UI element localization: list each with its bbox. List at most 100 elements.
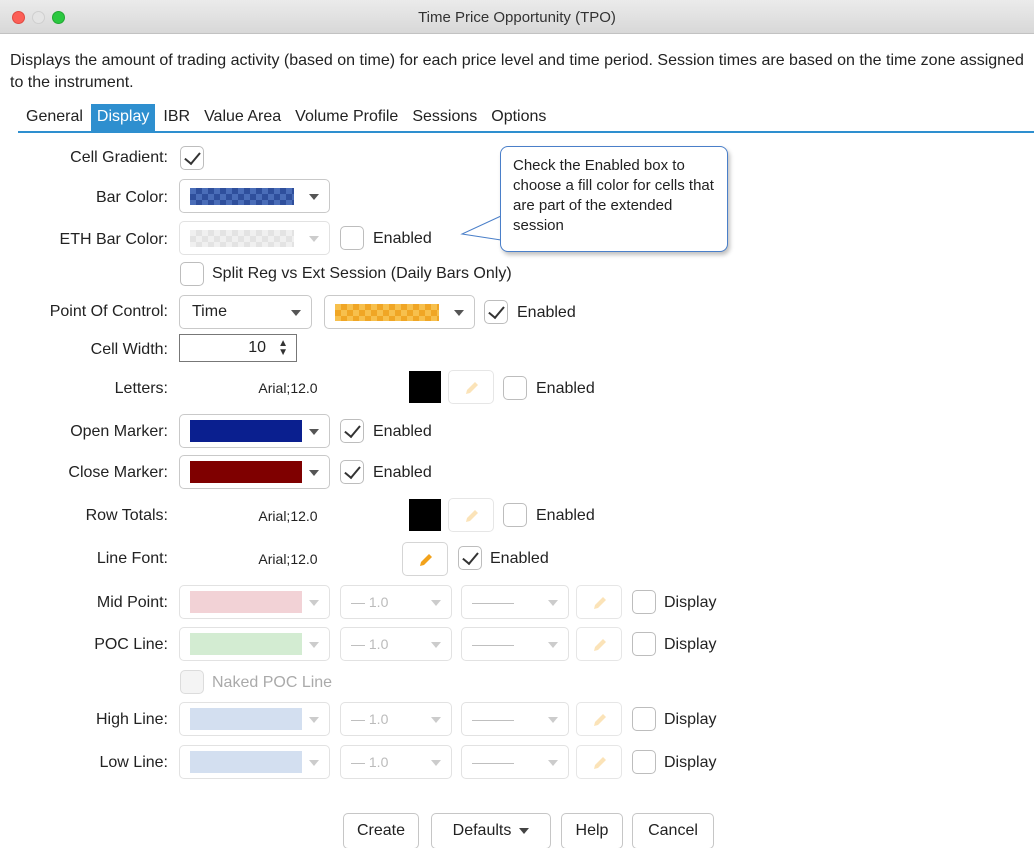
chevron-down-icon	[548, 600, 558, 606]
poc-line-color-dropdown[interactable]	[179, 627, 330, 661]
bar-color-swatch	[190, 188, 294, 205]
close-marker-dropdown[interactable]	[179, 455, 330, 489]
window-title: Time Price Opportunity (TPO)	[418, 9, 616, 26]
letters-label: Letters:	[114, 380, 168, 397]
chevron-down-icon	[519, 827, 530, 834]
poc-line-width-dropdown[interactable]: — 1.0	[340, 627, 452, 661]
line-style-preview: ———	[472, 594, 514, 610]
close-marker-swatch	[190, 461, 302, 483]
poc-mode-dropdown[interactable]: Time	[179, 295, 312, 329]
defaults-button-label: Defaults	[452, 822, 512, 839]
mid-point-width-dropdown[interactable]: — 1.0	[340, 585, 452, 619]
bar-color-dropdown[interactable]	[179, 179, 330, 213]
high-line-edit-button[interactable]	[576, 702, 622, 736]
defaults-button[interactable]: Defaults	[431, 813, 551, 848]
pencil-icon	[594, 597, 606, 609]
cancel-button[interactable]: Cancel	[632, 813, 714, 848]
pencil-icon	[594, 714, 606, 726]
cell-gradient-checkbox[interactable]	[180, 146, 204, 170]
high-line-color-dropdown[interactable]	[179, 702, 330, 736]
tab-ibr[interactable]: IBR	[157, 104, 196, 132]
high-line-swatch	[190, 708, 302, 730]
stepper-arrows-icon[interactable]: ▲ ▼	[278, 339, 288, 358]
line-style-preview: ———	[472, 711, 514, 727]
high-line-width-value: — 1.0	[351, 711, 389, 727]
mid-point-color-dropdown[interactable]	[179, 585, 330, 619]
low-line-style-dropdown[interactable]: ———	[461, 745, 569, 779]
tab-sessions[interactable]: Sessions	[406, 104, 483, 132]
tab-options[interactable]: Options	[485, 104, 552, 132]
chevron-down-icon	[431, 642, 441, 648]
chevron-down-icon	[309, 194, 319, 200]
split-session-checkbox[interactable]	[180, 262, 204, 286]
low-line-display-checkbox[interactable]	[632, 750, 656, 774]
high-line-label: High Line:	[95, 711, 168, 728]
low-line-width-dropdown[interactable]: — 1.0	[340, 745, 452, 779]
chevron-down-icon	[291, 310, 301, 316]
letters-enabled-checkbox[interactable]	[503, 376, 527, 400]
poc-line-display-checkbox[interactable]	[632, 632, 656, 656]
tab-bar: General Display IBR Value Area Volume Pr…	[20, 104, 554, 132]
chevron-down-icon	[548, 717, 558, 723]
poc-line-display-label: Display	[664, 636, 717, 653]
chevron-down-icon	[431, 760, 441, 766]
poc-line-label: POC Line:	[94, 636, 168, 653]
line-font-field[interactable]: Arial;12.0	[179, 540, 397, 578]
create-button[interactable]: Create	[343, 813, 419, 848]
line-font-enabled-checkbox[interactable]	[458, 546, 482, 570]
open-marker-swatch	[190, 420, 302, 442]
tab-display[interactable]: Display	[90, 104, 156, 132]
poc-enabled-checkbox[interactable]	[484, 300, 508, 324]
high-line-display-checkbox[interactable]	[632, 707, 656, 731]
letters-font-field[interactable]: Arial;12.0	[179, 369, 397, 407]
row-totals-font-field[interactable]: Arial;12.0	[179, 497, 397, 535]
pencil-icon	[594, 639, 606, 651]
title-bar: Time Price Opportunity (TPO)	[0, 0, 1034, 34]
high-line-style-dropdown[interactable]: ———	[461, 702, 569, 736]
mid-point-style-dropdown[interactable]: ———	[461, 585, 569, 619]
open-marker-enabled-checkbox[interactable]	[340, 419, 364, 443]
close-marker-label: Close Marker:	[68, 464, 168, 481]
tooltip: Check the Enabled box to choose a fill c…	[500, 146, 728, 252]
poc-label: Point Of Control:	[49, 303, 168, 320]
eth-bar-color-dropdown[interactable]	[179, 221, 330, 255]
letters-edit-button[interactable]	[448, 370, 494, 404]
mid-point-label: Mid Point:	[96, 594, 168, 611]
letters-color-swatch[interactable]	[409, 371, 441, 403]
low-line-edit-button[interactable]	[576, 745, 622, 779]
row-totals-label: Row Totals:	[85, 507, 168, 524]
low-line-display-label: Display	[664, 754, 717, 771]
poc-line-edit-button[interactable]	[576, 627, 622, 661]
eth-enabled-label: Enabled	[373, 230, 432, 247]
pencil-icon	[420, 554, 432, 566]
dialog-description: Displays the amount of trading activity …	[10, 52, 1024, 91]
chevron-down-icon	[309, 642, 319, 648]
low-line-label: Low Line:	[99, 754, 169, 771]
mid-point-edit-button[interactable]	[576, 585, 622, 619]
eth-enabled-checkbox[interactable]	[340, 226, 364, 250]
poc-enabled-label: Enabled	[517, 304, 576, 321]
low-line-color-dropdown[interactable]	[179, 745, 330, 779]
poc-line-style-dropdown[interactable]: ———	[461, 627, 569, 661]
row-totals-enabled-checkbox[interactable]	[503, 503, 527, 527]
row-totals-edit-button[interactable]	[448, 498, 494, 532]
high-line-width-dropdown[interactable]: — 1.0	[340, 702, 452, 736]
poc-line-swatch	[190, 633, 302, 655]
naked-poc-checkbox[interactable]	[180, 670, 204, 694]
tab-volume-profile[interactable]: Volume Profile	[289, 104, 404, 132]
tab-general[interactable]: General	[20, 104, 89, 132]
chevron-down-icon	[454, 310, 464, 316]
tab-value-area[interactable]: Value Area	[198, 104, 287, 132]
chevron-down-icon	[309, 760, 319, 766]
open-marker-dropdown[interactable]	[179, 414, 330, 448]
help-button[interactable]: Help	[561, 813, 623, 848]
mid-point-display-checkbox[interactable]	[632, 590, 656, 614]
cell-width-spinner[interactable]: 10 ▲ ▼	[179, 334, 297, 362]
pencil-icon	[466, 510, 478, 522]
close-marker-enabled-checkbox[interactable]	[340, 460, 364, 484]
low-line-width-value: — 1.0	[351, 754, 389, 770]
line-font-edit-button[interactable]	[402, 542, 448, 576]
letters-enabled-label: Enabled	[536, 380, 595, 397]
row-totals-color-swatch[interactable]	[409, 499, 441, 531]
poc-color-dropdown[interactable]	[324, 295, 475, 329]
